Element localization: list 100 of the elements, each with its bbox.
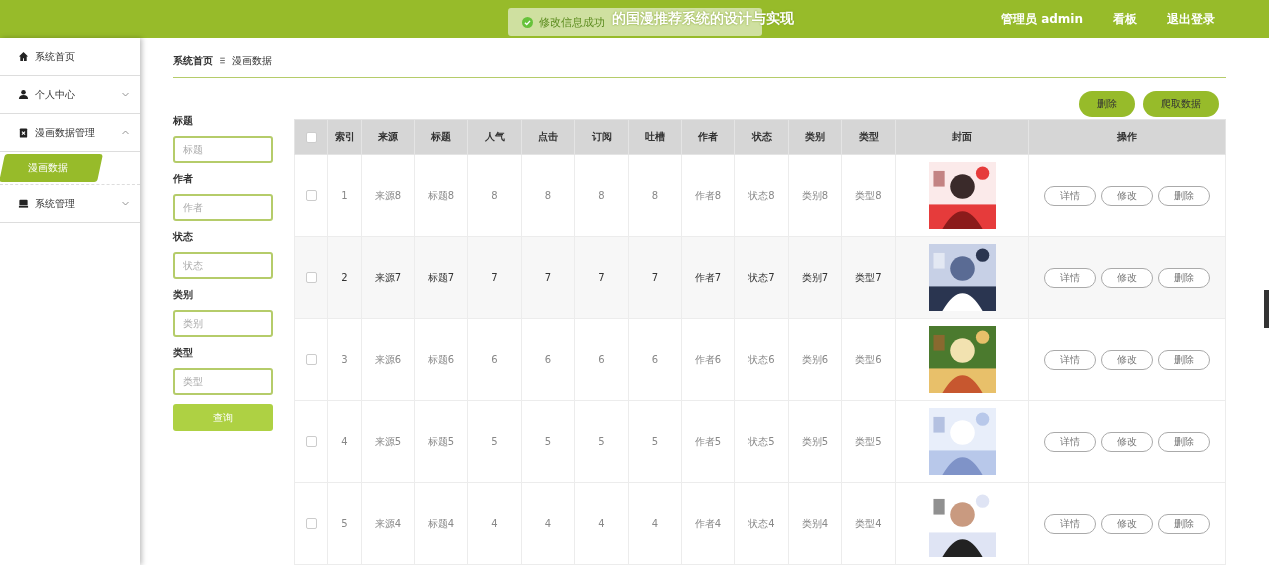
check-circle-icon bbox=[522, 16, 533, 28]
edit-button[interactable]: 修改 bbox=[1101, 431, 1153, 452]
edit-button[interactable]: 修改 bbox=[1101, 185, 1153, 206]
table-cell: 类别5 bbox=[788, 400, 842, 483]
delete-button[interactable]: 删除 bbox=[1158, 185, 1210, 206]
table-cell: 5 bbox=[521, 400, 575, 483]
menu-item[interactable]: 系统首页 bbox=[0, 38, 140, 76]
table-cell: 8 bbox=[574, 154, 629, 237]
row-checkbox[interactable] bbox=[305, 354, 317, 366]
table-cell: 标题6 bbox=[414, 318, 468, 401]
clipboard-icon bbox=[18, 127, 29, 138]
table-cell: 8 bbox=[467, 154, 522, 237]
column-header: 状态 bbox=[734, 119, 789, 155]
table-cell: 来源4 bbox=[361, 482, 415, 565]
breadcrumb-link[interactable]: 系统首页 bbox=[173, 53, 213, 68]
row-checkbox[interactable] bbox=[305, 436, 317, 448]
table-cell: 类别8 bbox=[788, 154, 842, 237]
detail-button[interactable]: 详情 bbox=[1044, 185, 1096, 206]
table-cell: 作者4 bbox=[681, 482, 735, 565]
table-cell: 5 bbox=[467, 400, 522, 483]
table-cell: 7 bbox=[521, 236, 575, 319]
table-cell: 2 bbox=[327, 236, 362, 319]
table-cell: 7 bbox=[467, 236, 522, 319]
table-cell: 来源5 bbox=[361, 400, 415, 483]
edit-button[interactable]: 修改 bbox=[1101, 267, 1153, 288]
header-checkbox[interactable] bbox=[305, 131, 317, 143]
menu-item[interactable]: 漫画数据管理 bbox=[0, 114, 140, 152]
column-header: 来源 bbox=[361, 119, 415, 155]
column-header: 索引 bbox=[327, 119, 362, 155]
table-cell: 4 bbox=[628, 482, 682, 565]
delete-button[interactable]: 删除 bbox=[1158, 349, 1210, 370]
table-cell: 来源7 bbox=[361, 236, 415, 319]
menu-icon bbox=[219, 56, 226, 65]
breadcrumb-link[interactable]: 漫画数据 bbox=[232, 53, 272, 68]
crawl-button[interactable]: 爬取数据 bbox=[1143, 91, 1219, 117]
table-cell: 类型8 bbox=[841, 154, 896, 237]
table-cell: 5 bbox=[628, 400, 682, 483]
table-cell: 1 bbox=[327, 154, 362, 237]
table-cell: 6 bbox=[521, 318, 575, 401]
table-cell: 状态6 bbox=[734, 318, 789, 401]
table-cell: 标题8 bbox=[414, 154, 468, 237]
table-cell: 类型6 bbox=[841, 318, 896, 401]
delete-button[interactable]: 删除 bbox=[1158, 513, 1210, 534]
row-checkbox[interactable] bbox=[305, 272, 317, 284]
table-cell: 作者6 bbox=[681, 318, 735, 401]
monitor-icon bbox=[18, 198, 29, 209]
column-header: 封面 bbox=[895, 119, 1029, 155]
home-icon bbox=[18, 51, 29, 62]
detail-button[interactable]: 详情 bbox=[1044, 431, 1096, 452]
row-checkbox[interactable] bbox=[305, 518, 317, 530]
table-cell: 类型4 bbox=[841, 482, 896, 565]
column-header: 标题 bbox=[414, 119, 468, 155]
table-cell: 5 bbox=[327, 482, 362, 565]
table-cell: 类别7 bbox=[788, 236, 842, 319]
input-field[interactable]: 类别 bbox=[173, 310, 273, 337]
scrollbar-thumb[interactable] bbox=[1264, 290, 1269, 328]
table-cell: 5 bbox=[574, 400, 629, 483]
table-cell: 4 bbox=[327, 400, 362, 483]
column-header: 点击 bbox=[521, 119, 575, 155]
menu-item[interactable]: 个人中心 bbox=[0, 76, 140, 114]
table-cell: 3 bbox=[327, 318, 362, 401]
table-cell: 类型7 bbox=[841, 236, 896, 319]
table-cell: 7 bbox=[574, 236, 629, 319]
table-cell: 7 bbox=[628, 236, 682, 319]
table-cell: 8 bbox=[628, 154, 682, 237]
table-cell: 6 bbox=[628, 318, 682, 401]
column-header: 人气 bbox=[467, 119, 522, 155]
menu-item[interactable]: 系统管理 bbox=[0, 185, 140, 223]
input-field[interactable]: 类型 bbox=[173, 368, 273, 395]
row-checkbox[interactable] bbox=[305, 190, 317, 202]
table-cell: 类型5 bbox=[841, 400, 896, 483]
column-header: 作者 bbox=[681, 119, 735, 155]
table-cell: 8 bbox=[521, 154, 575, 237]
input-field[interactable]: 作者 bbox=[173, 194, 273, 221]
field-label: 类别 bbox=[173, 288, 194, 302]
input-field[interactable]: 状态 bbox=[173, 252, 273, 279]
field-label: 类型 bbox=[173, 346, 194, 360]
column-header: 订阅 bbox=[574, 119, 629, 155]
toast-text: 修改信息成功 bbox=[539, 14, 605, 30]
field-label: 状态 bbox=[173, 230, 194, 244]
field-label: 作者 bbox=[173, 172, 194, 186]
table-cell: 4 bbox=[521, 482, 575, 565]
table-cell: 作者5 bbox=[681, 400, 735, 483]
table-cell: 状态8 bbox=[734, 154, 789, 237]
table-cell: 4 bbox=[574, 482, 629, 565]
column-header: 操作 bbox=[1028, 119, 1226, 155]
detail-button[interactable]: 详情 bbox=[1044, 349, 1096, 370]
input-field[interactable]: 标题 bbox=[173, 136, 273, 163]
edit-button[interactable]: 修改 bbox=[1101, 513, 1153, 534]
edit-button[interactable]: 修改 bbox=[1101, 349, 1153, 370]
table-cell: 状态4 bbox=[734, 482, 789, 565]
delete-button[interactable]: 删除 bbox=[1079, 91, 1135, 117]
table-cell: 标题4 bbox=[414, 482, 468, 565]
delete-button[interactable]: 删除 bbox=[1158, 267, 1210, 288]
user-icon bbox=[18, 89, 29, 100]
delete-button[interactable]: 删除 bbox=[1158, 431, 1210, 452]
table-cell: 标题5 bbox=[414, 400, 468, 483]
detail-button[interactable]: 详情 bbox=[1044, 513, 1096, 534]
table-cell: 6 bbox=[467, 318, 522, 401]
detail-button[interactable]: 详情 bbox=[1044, 267, 1096, 288]
